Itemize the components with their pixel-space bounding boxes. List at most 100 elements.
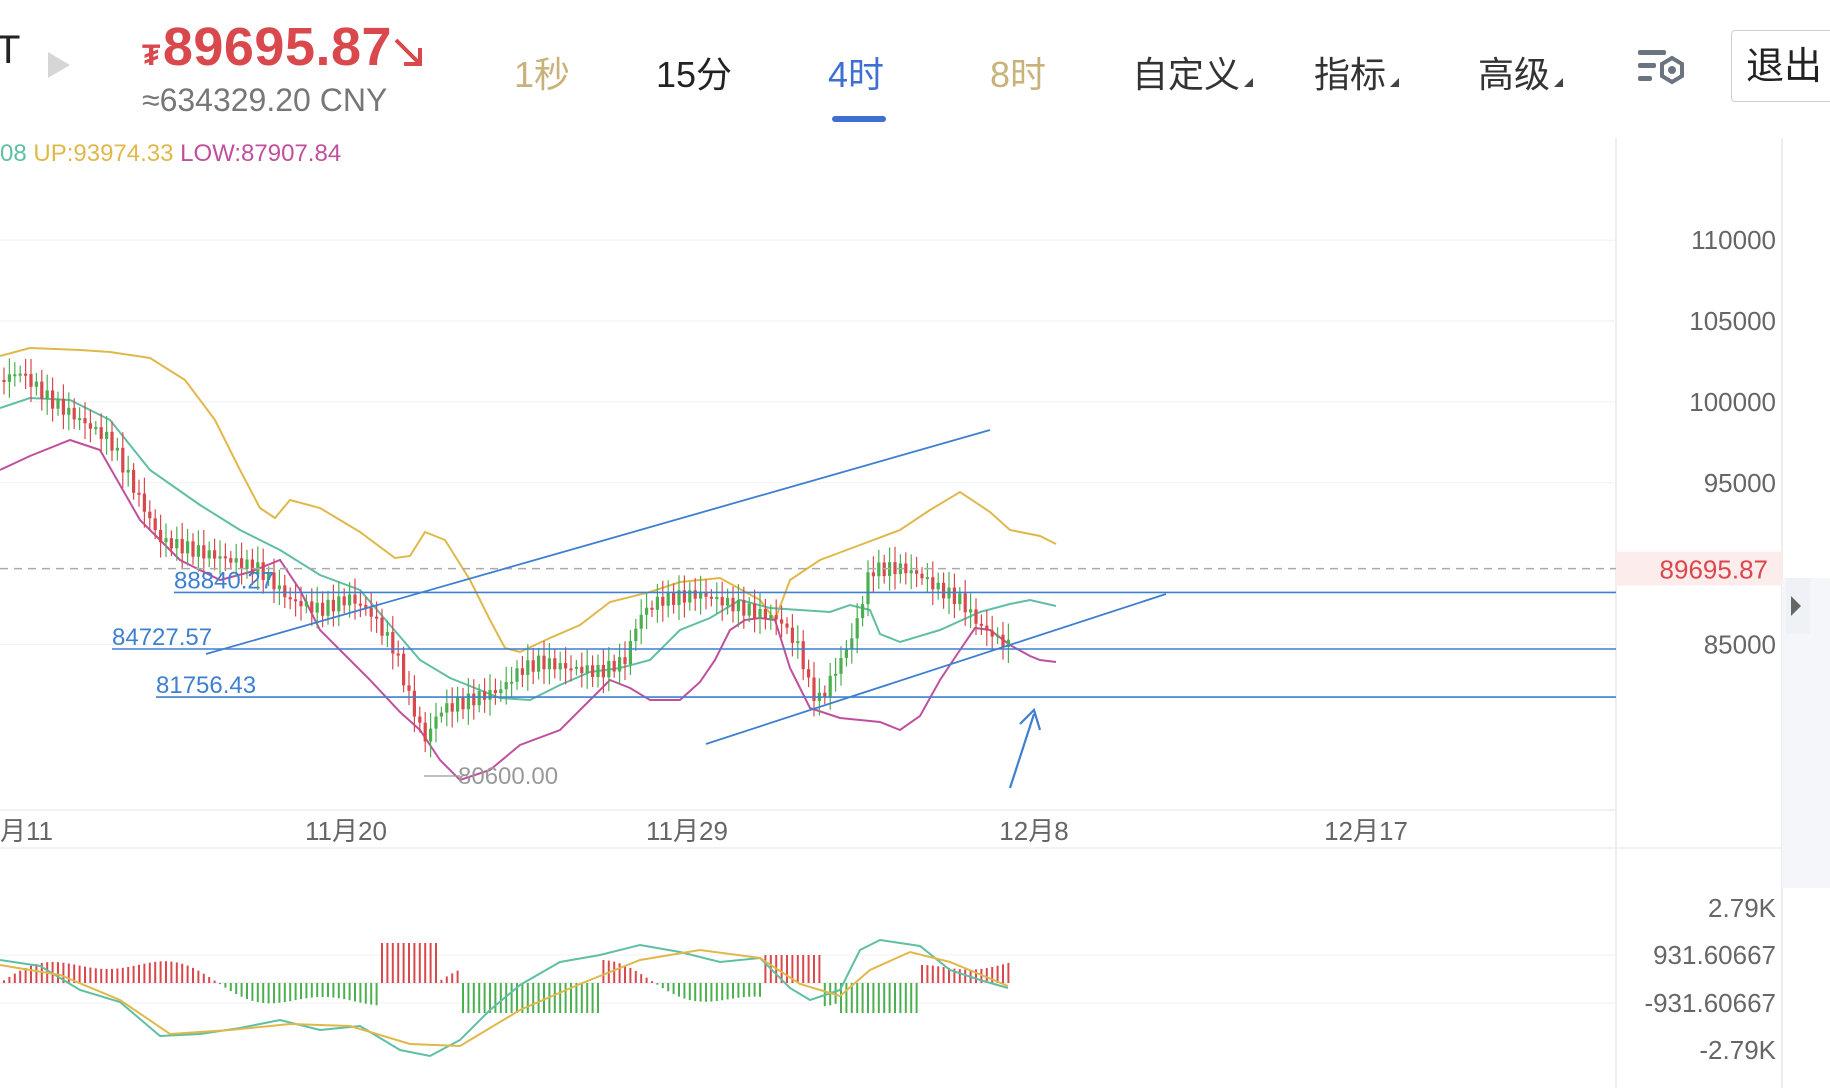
- candle-body: [877, 562, 881, 577]
- tab-8h[interactable]: 8时: [990, 46, 1046, 98]
- candle-body: [601, 665, 605, 678]
- candle-body: [834, 673, 838, 676]
- candle-body: [537, 655, 541, 672]
- candle-body: [218, 556, 222, 559]
- candle-body: [990, 630, 994, 637]
- time-tick-label: 12月17: [1324, 816, 1408, 846]
- candle-body: [321, 602, 325, 616]
- candle-body: [277, 585, 281, 590]
- candle-body: [294, 599, 298, 602]
- candle-body: [574, 666, 578, 669]
- candle-body: [672, 591, 676, 605]
- exit-button[interactable]: 退出: [1731, 30, 1830, 102]
- candle-body: [952, 587, 956, 605]
- candle-body: [483, 691, 487, 700]
- bollinger-bands: [0, 346, 1057, 782]
- candle-body: [342, 596, 346, 606]
- candle-body: [375, 616, 379, 619]
- candle-body: [418, 716, 422, 723]
- candle-body: [288, 597, 292, 600]
- dropdown-corner-icon: [1390, 78, 1400, 87]
- candle-body: [175, 539, 179, 549]
- candle-body: [142, 493, 146, 512]
- tab-label: 自定义: [1132, 54, 1241, 95]
- candle-body: [861, 604, 865, 619]
- candle-body: [763, 608, 767, 620]
- candle-body: [715, 597, 719, 600]
- tab-15m[interactable]: 15分: [656, 46, 732, 98]
- candle-body: [402, 653, 406, 686]
- candle-body: [126, 469, 130, 473]
- tab-4h[interactable]: 4时: [828, 46, 884, 98]
- candle-body: [88, 423, 92, 429]
- candle-body: [202, 545, 206, 559]
- candle-body: [67, 407, 71, 415]
- candle-body: [493, 690, 497, 694]
- bb-lower-line: [0, 438, 1057, 782]
- candle-body: [132, 469, 136, 493]
- candle-body: [429, 728, 433, 742]
- candle-body: [310, 601, 314, 613]
- candle-body: [1001, 634, 1005, 647]
- candle-body: [348, 594, 352, 606]
- candle-body: [488, 690, 492, 700]
- candle-body: [634, 628, 638, 642]
- candle-body: [596, 665, 600, 678]
- candle-body: [105, 431, 109, 439]
- bb-upper-line: [0, 346, 1057, 654]
- candle-body: [180, 539, 184, 554]
- candle-body: [979, 623, 983, 626]
- candle-body: [650, 607, 654, 610]
- candle-body: [115, 447, 119, 451]
- macd-panel: [0, 938, 1010, 1058]
- candle-body: [477, 691, 481, 706]
- forecast-arrow: [1008, 713, 1036, 789]
- candle-body: [164, 538, 168, 543]
- candle-body: [871, 572, 875, 577]
- tab-1s[interactable]: 1秒: [514, 46, 570, 98]
- kline-chart[interactable]: 88840.27 84727.57 81756.43 80600.00 110000 1…: [0, 138, 1830, 1088]
- candle-body: [623, 657, 627, 665]
- candle-body: [774, 615, 778, 620]
- candle-body: [526, 660, 530, 675]
- candle-body: [304, 601, 308, 607]
- candle-body: [445, 703, 449, 713]
- candle-body: [45, 390, 49, 399]
- candle-body: [807, 669, 811, 678]
- candle-body: [499, 689, 503, 694]
- dropdown-corner-icon: [1244, 78, 1254, 87]
- candle-body: [456, 697, 460, 712]
- candle-body: [412, 690, 416, 717]
- candle-body: [553, 658, 557, 670]
- candle-body: [94, 427, 98, 430]
- candle-body: [331, 599, 335, 612]
- candle-body: [51, 390, 55, 409]
- candle-body: [796, 641, 800, 644]
- chart-settings-icon[interactable]: [1636, 46, 1686, 88]
- candle-body: [974, 609, 978, 624]
- candle-body: [515, 668, 519, 682]
- pair-name[interactable]: T: [0, 28, 20, 73]
- candle-body: [2, 380, 6, 382]
- candle-body: [801, 641, 805, 670]
- candle-body: [299, 600, 303, 607]
- candle-body: [747, 603, 751, 616]
- tab-custom[interactable]: 自定义: [1132, 46, 1254, 98]
- price-down-arrow-icon: [394, 38, 422, 66]
- tab-advanced[interactable]: 高级: [1478, 46, 1564, 98]
- tab-indicators[interactable]: 指标: [1314, 46, 1400, 98]
- candle-body: [564, 663, 568, 669]
- candle-body: [839, 657, 843, 674]
- time-tick-label: 12月8: [999, 816, 1068, 846]
- tab-label: 指标: [1314, 54, 1387, 95]
- candle-body: [731, 597, 735, 612]
- low-marker-label: 80600.00: [458, 763, 558, 790]
- macd-tick-label: -2.79K: [1699, 1035, 1776, 1065]
- tab-label: 8时: [990, 54, 1047, 95]
- play-icon[interactable]: [48, 52, 70, 78]
- candle-body: [510, 681, 514, 684]
- active-tab-indicator: [832, 116, 886, 122]
- candle-body: [283, 585, 287, 598]
- candle-body: [942, 582, 946, 599]
- candle-body: [315, 602, 319, 613]
